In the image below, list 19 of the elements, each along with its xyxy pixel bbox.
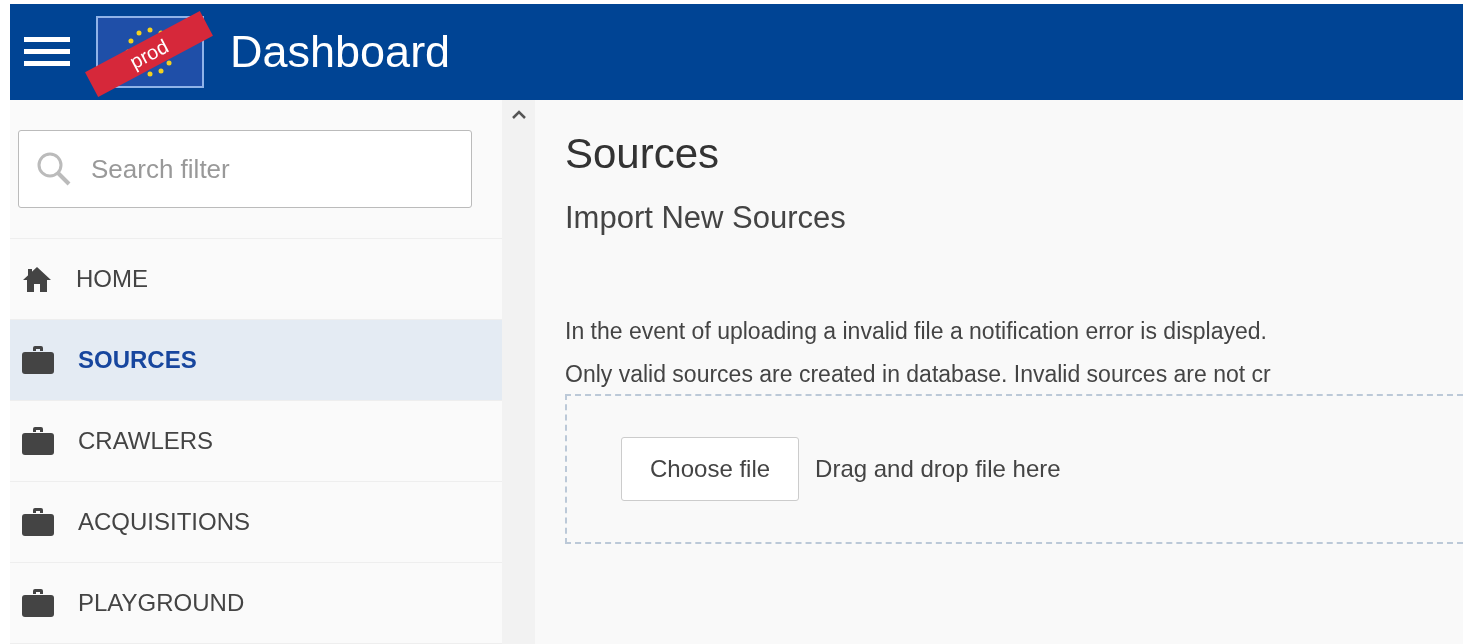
collapse-caret-icon[interactable] xyxy=(511,110,526,120)
home-icon xyxy=(22,265,52,293)
environment-badge: prod xyxy=(85,11,213,97)
search-field[interactable]: Search filter xyxy=(18,130,472,208)
nav-item[interactable]: SOURCES xyxy=(10,320,502,401)
briefcase-icon xyxy=(22,507,54,537)
choose-file-button[interactable]: Choose file xyxy=(621,437,800,501)
info-text: Only valid sources are created in database. Invalid sources are not cr xyxy=(565,361,1272,388)
drop-hint: Drag and drop file here xyxy=(815,455,1061,483)
search-icon xyxy=(36,151,72,187)
app-title: Dashboard xyxy=(230,26,451,78)
menu-icon[interactable] xyxy=(24,35,70,69)
section-title: Import New Sources xyxy=(565,200,847,236)
briefcase-icon xyxy=(22,426,54,456)
drop-zone[interactable]: Choose file Drag and drop file here xyxy=(565,394,1463,544)
page-title: Sources xyxy=(565,130,721,178)
briefcase-icon xyxy=(22,345,54,375)
info-text: In the event of uploading a invalid file a notification error is displayed. xyxy=(565,318,1268,345)
briefcase-icon xyxy=(22,588,54,618)
